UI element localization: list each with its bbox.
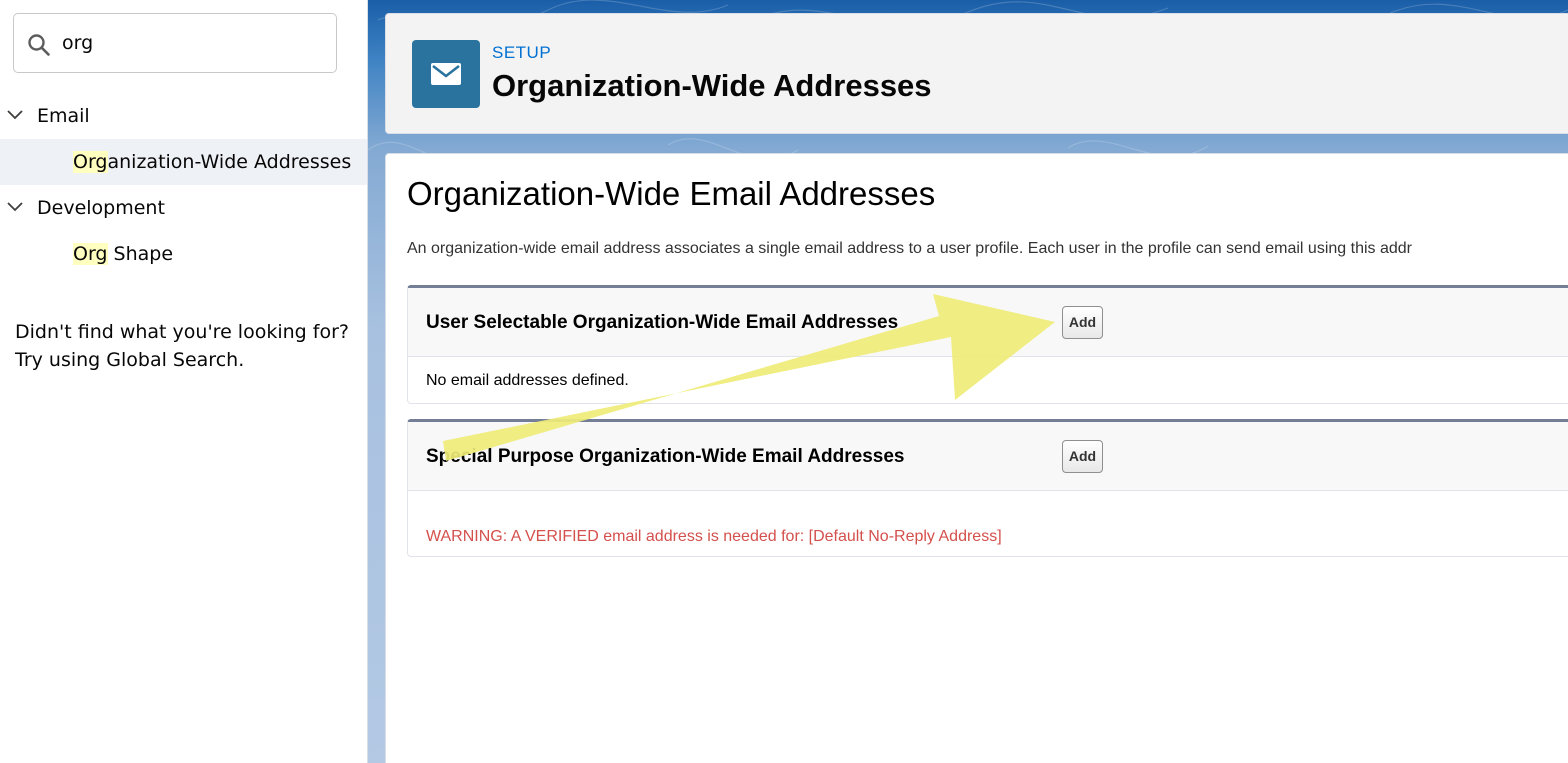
tree-item-organization-wide-addresses[interactable]: Organization-Wide Addresses — [0, 139, 367, 185]
tree-node-email[interactable]: Email — [0, 93, 367, 139]
search-match-highlight: Org — [73, 243, 108, 265]
search-match-highlight: Org — [73, 151, 108, 173]
tree-node-label: Development — [37, 197, 165, 219]
quick-find-search[interactable] — [13, 13, 337, 73]
tree-item-label: Organization-Wide Addresses — [73, 151, 351, 173]
main-area: SETUP Organization-Wide Addresses Organi… — [368, 0, 1568, 763]
section-title: Special Purpose Organization-Wide Email … — [426, 446, 905, 467]
page-description: An organization-wide email address assoc… — [407, 240, 1412, 257]
section-title: User Selectable Organization-Wide Email … — [426, 312, 899, 333]
tree-node-label: Email — [37, 105, 90, 127]
tree-item-label-rest: Shape — [107, 243, 174, 265]
section-empty-message: No email addresses defined. — [426, 372, 629, 389]
search-input[interactable] — [62, 28, 322, 58]
section-header: User Selectable Organization-Wide Email … — [408, 288, 1568, 357]
tree-node-development[interactable]: Development — [0, 185, 367, 231]
section-user-selectable: User Selectable Organization-Wide Email … — [407, 285, 1568, 404]
no-results-help: Didn't find what you're looking for? Try… — [15, 318, 360, 374]
help-line: Try using Global Search. — [15, 349, 245, 371]
content-card: Organization-Wide Email Addresses An org… — [385, 153, 1568, 763]
section-special-purpose: Special Purpose Organization-Wide Email … — [407, 419, 1568, 557]
page-title: Organization-Wide Addresses — [492, 68, 932, 103]
tree-item-label-rest: anization-Wide Addresses — [107, 151, 352, 173]
header-icon-tile — [412, 40, 480, 108]
tree-item-label: Org Shape — [73, 243, 173, 265]
help-line: Didn't find what you're looking for? — [15, 321, 349, 343]
chevron-down-icon[interactable] — [6, 108, 24, 122]
breadcrumb-setup[interactable]: SETUP — [492, 43, 551, 63]
page-header: SETUP Organization-Wide Addresses — [385, 13, 1568, 134]
setup-sidebar: Email Organization-Wide Addresses Develo… — [0, 0, 368, 763]
add-button[interactable]: Add — [1062, 440, 1103, 473]
search-icon — [28, 34, 50, 56]
email-icon — [431, 63, 461, 85]
warning-message: WARNING: A VERIFIED email address is nee… — [426, 528, 1002, 545]
chevron-down-icon[interactable] — [6, 200, 24, 214]
content-title: Organization-Wide Email Addresses — [407, 175, 936, 212]
section-header: Special Purpose Organization-Wide Email … — [408, 422, 1568, 491]
tree-item-org-shape[interactable]: Org Shape — [0, 231, 367, 277]
add-button[interactable]: Add — [1062, 306, 1103, 339]
